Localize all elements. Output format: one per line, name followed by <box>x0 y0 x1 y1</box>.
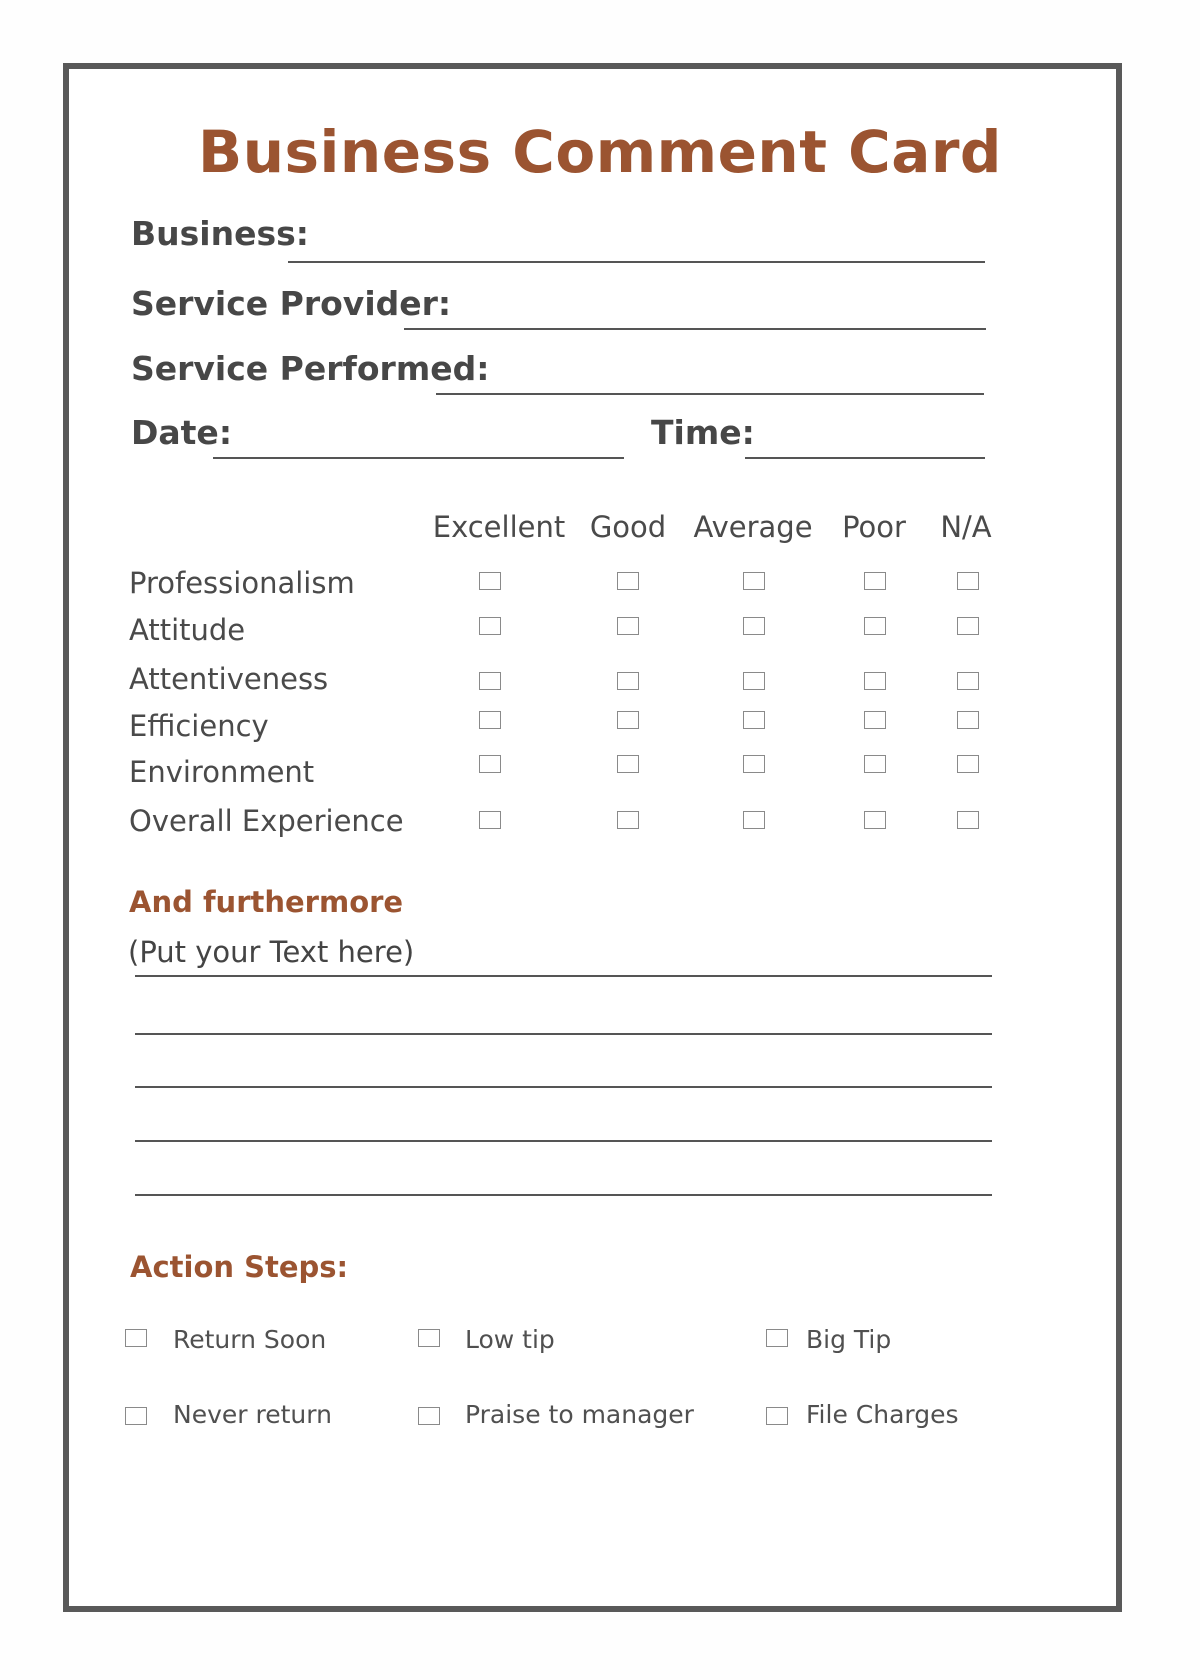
rating-checkbox[interactable] <box>617 755 639 773</box>
rating-row-label: Efficiency <box>129 709 269 743</box>
rating-checkbox[interactable] <box>617 617 639 635</box>
comment-line[interactable] <box>135 1033 992 1035</box>
comment-line[interactable] <box>135 1140 992 1142</box>
action-label: Low tip <box>465 1325 555 1354</box>
rating-checkbox[interactable] <box>617 672 639 690</box>
rating-checkbox[interactable] <box>864 711 886 729</box>
rating-checkbox[interactable] <box>743 711 765 729</box>
comment-line[interactable] <box>135 1086 992 1088</box>
time-label: Time: <box>651 413 755 452</box>
rating-checkbox[interactable] <box>617 711 639 729</box>
rating-checkbox[interactable] <box>743 617 765 635</box>
rating-checkbox[interactable] <box>864 617 886 635</box>
action-checkbox[interactable] <box>418 1407 440 1425</box>
rating-checkbox[interactable] <box>479 711 501 729</box>
rating-checkbox[interactable] <box>957 711 979 729</box>
rating-row-label: Environment <box>129 755 315 789</box>
rating-checkbox[interactable] <box>957 617 979 635</box>
rating-checkbox[interactable] <box>479 672 501 690</box>
service-performed-input-line[interactable] <box>436 393 984 395</box>
date-label: Date: <box>131 413 233 452</box>
rating-checkbox[interactable] <box>617 572 639 590</box>
time-input-line[interactable] <box>745 457 985 459</box>
action-checkbox[interactable] <box>418 1329 440 1347</box>
rating-checkbox[interactable] <box>743 755 765 773</box>
action-steps-heading: Action Steps: <box>130 1250 349 1284</box>
action-label: Never return <box>173 1400 332 1429</box>
action-checkbox[interactable] <box>766 1407 788 1425</box>
rating-checkbox[interactable] <box>617 811 639 829</box>
rating-checkbox[interactable] <box>957 672 979 690</box>
comments-placeholder[interactable]: (Put your Text here) <box>128 935 414 969</box>
date-input-line[interactable] <box>213 457 624 459</box>
service-provider-input-line[interactable] <box>404 328 986 330</box>
rating-checkbox[interactable] <box>743 811 765 829</box>
rating-row-label: Overall Experience <box>129 804 404 838</box>
service-performed-label: Service Performed: <box>131 349 490 388</box>
rating-checkbox[interactable] <box>743 572 765 590</box>
comment-line[interactable] <box>135 975 992 977</box>
rating-checkbox[interactable] <box>479 572 501 590</box>
comments-heading: And furthermore <box>129 885 404 919</box>
rating-checkbox[interactable] <box>864 572 886 590</box>
rating-column-header: Excellent <box>432 510 566 544</box>
rating-checkbox[interactable] <box>957 572 979 590</box>
rating-checkbox[interactable] <box>479 617 501 635</box>
action-label: Big Tip <box>806 1325 892 1354</box>
business-label: Business: <box>131 214 309 253</box>
service-provider-label: Service Provider: <box>131 284 452 323</box>
action-checkbox[interactable] <box>766 1329 788 1347</box>
rating-checkbox[interactable] <box>479 811 501 829</box>
rating-column-header: N/A <box>940 510 992 544</box>
card-title: Business Comment Card <box>198 118 1002 186</box>
action-label: Praise to manager <box>465 1400 694 1429</box>
rating-row-label: Professionalism <box>129 566 355 600</box>
action-checkbox[interactable] <box>125 1329 147 1347</box>
rating-checkbox[interactable] <box>957 811 979 829</box>
action-label: File Charges <box>806 1400 959 1429</box>
rating-checkbox[interactable] <box>864 811 886 829</box>
comment-line[interactable] <box>135 1194 992 1196</box>
business-input-line[interactable] <box>288 261 985 263</box>
rating-checkbox[interactable] <box>864 755 886 773</box>
rating-checkbox[interactable] <box>957 755 979 773</box>
action-label: Return Soon <box>173 1325 327 1354</box>
rating-checkbox[interactable] <box>864 672 886 690</box>
rating-row-label: Attentiveness <box>129 662 329 696</box>
action-checkbox[interactable] <box>125 1407 147 1425</box>
rating-column-header: Good <box>589 510 667 544</box>
rating-column-header: Average <box>693 510 813 544</box>
rating-checkbox[interactable] <box>743 672 765 690</box>
rating-row-label: Attitude <box>129 613 246 647</box>
rating-checkbox[interactable] <box>479 755 501 773</box>
